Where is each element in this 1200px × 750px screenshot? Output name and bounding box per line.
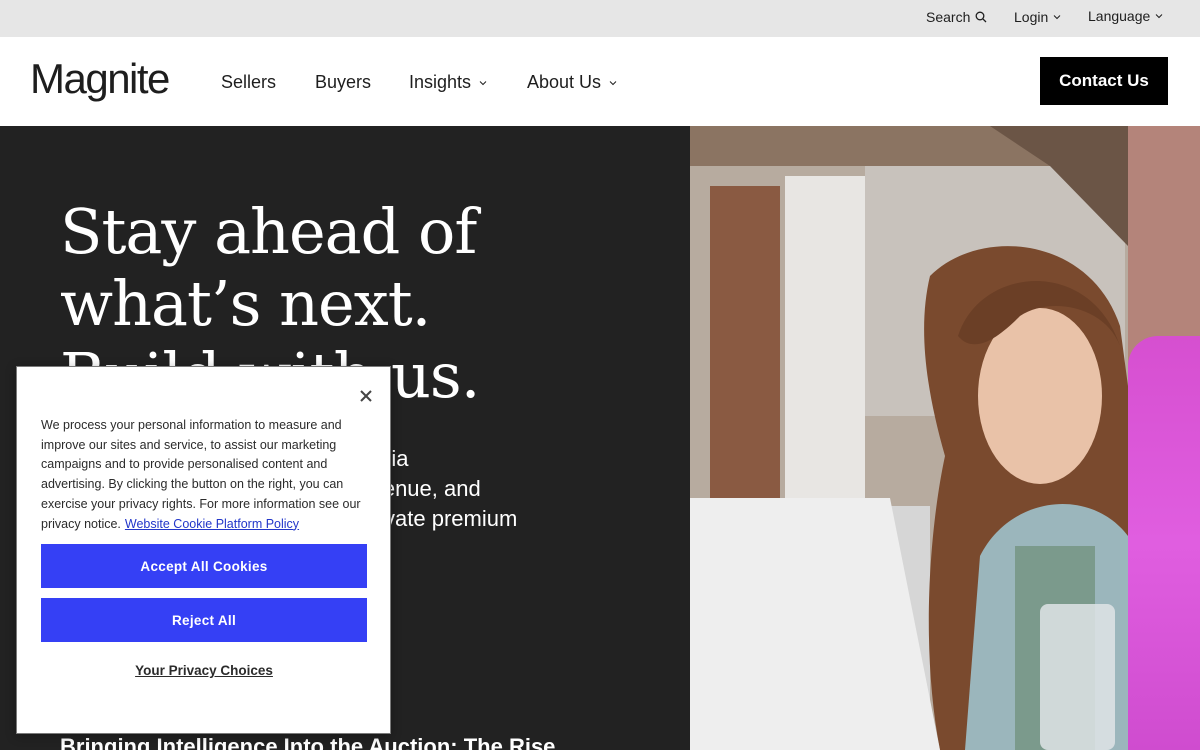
hero-teaser-link[interactable]: Bringing Intelligence Into the Auction: … <box>60 734 555 750</box>
reject-all-button[interactable]: Reject All <box>41 598 367 642</box>
nav-sellers[interactable]: Sellers <box>221 72 276 93</box>
decorative-strip <box>1128 126 1200 750</box>
cookie-description-text: We process your personal information to … <box>41 418 361 531</box>
hero-heading-line: what’s next. <box>60 267 431 340</box>
nav-about-us[interactable]: About Us <box>527 72 617 93</box>
chevron-down-icon <box>1155 14 1163 19</box>
nav-buyers[interactable]: Buyers <box>315 72 371 93</box>
accept-all-cookies-button[interactable]: Accept All Cookies <box>41 544 367 588</box>
utility-login-label: Login <box>1014 9 1049 25</box>
magnite-logo[interactable]: Magnite <box>30 51 170 107</box>
nav-sellers-label: Sellers <box>221 72 277 92</box>
close-icon-glyph <box>360 390 372 402</box>
nav-about-us-label: About Us <box>527 72 602 92</box>
hero-heading-line: Stay ahead of <box>60 195 477 268</box>
nav-buyers-label: Buyers <box>315 72 372 92</box>
chevron-down-icon <box>609 80 617 85</box>
contact-us-button[interactable]: Contact Us <box>1040 57 1168 105</box>
utility-search-label: Search <box>926 9 971 25</box>
utility-login[interactable]: Login <box>1014 9 1061 25</box>
chevron-down-icon <box>479 80 487 85</box>
utility-bar: Search Login Language <box>0 0 1200 37</box>
utility-language-label: Language <box>1088 8 1151 24</box>
utility-language[interactable]: Language <box>1088 8 1163 24</box>
hero-photo <box>690 126 1128 750</box>
cookie-consent-modal: We process your personal information to … <box>16 366 391 734</box>
main-nav: Magnite Sellers Buyers Insights About Us… <box>0 37 1200 126</box>
utility-search[interactable]: Search <box>926 9 987 25</box>
nav-insights[interactable]: Insights <box>409 72 487 93</box>
close-icon[interactable] <box>355 385 377 407</box>
privacy-choices-link[interactable]: Your Privacy Choices <box>41 663 367 678</box>
decorative-splash <box>1128 336 1200 750</box>
search-icon <box>975 11 987 23</box>
cookie-policy-link[interactable]: Website Cookie Platform Policy <box>125 517 299 531</box>
nav-insights-label: Insights <box>409 72 472 92</box>
hero-photo-illustration <box>690 126 1128 750</box>
cookie-description: We process your personal information to … <box>41 416 366 534</box>
chevron-down-icon <box>1053 15 1061 20</box>
